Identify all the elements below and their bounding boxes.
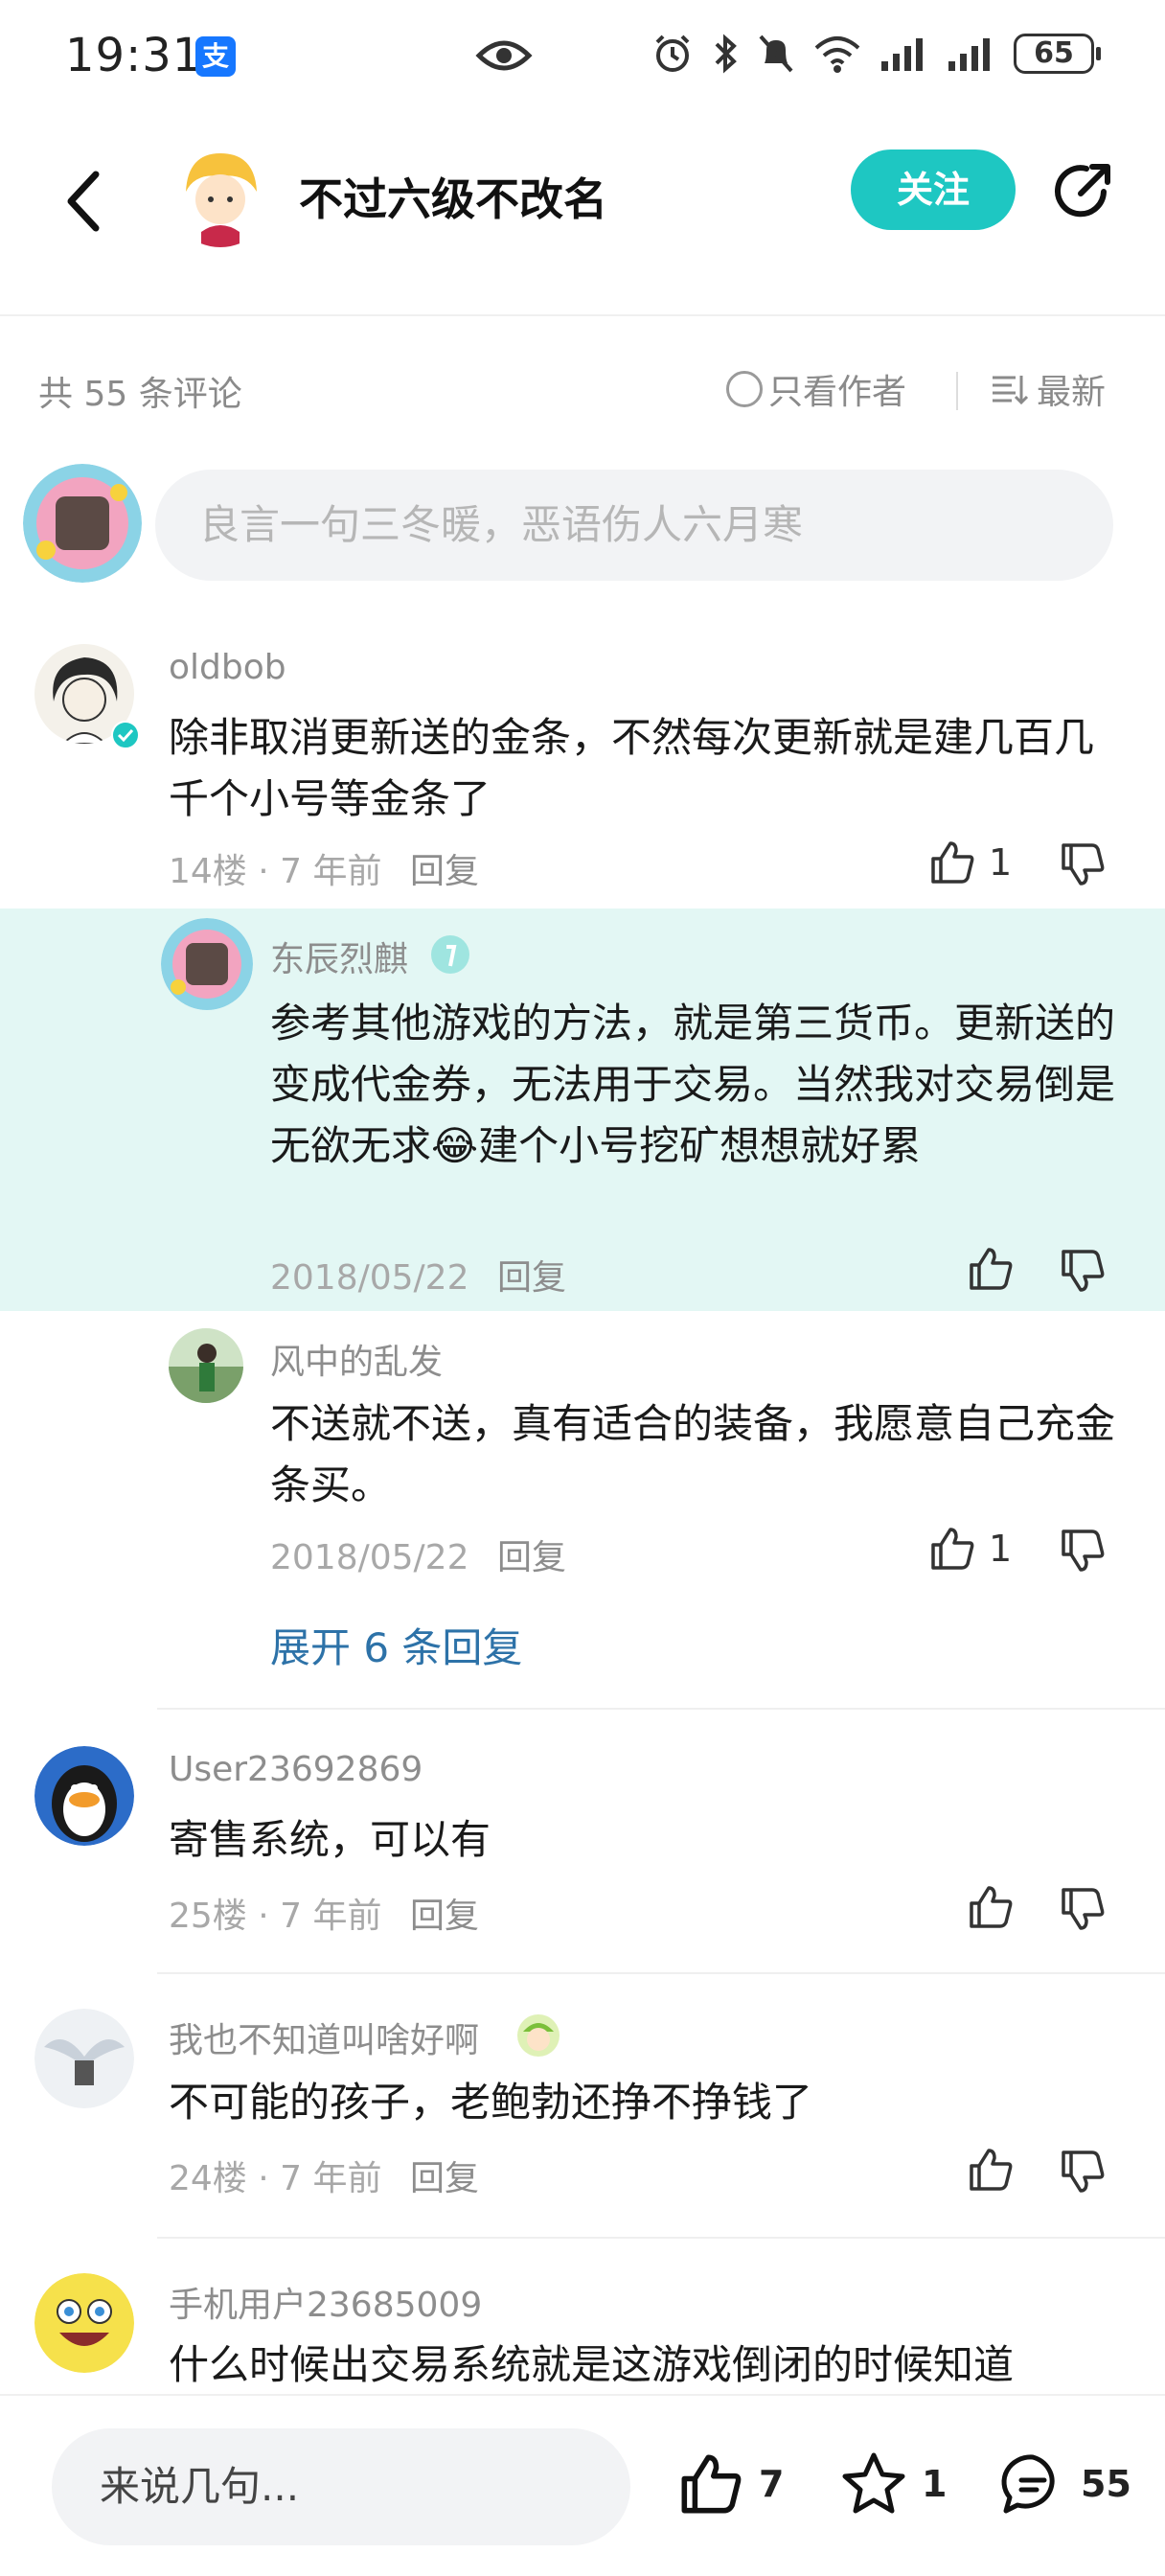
radio-circle-icon [726,371,763,407]
my-avatar[interactable] [23,464,142,583]
comment-time: 7 年前 [280,852,382,891]
wifi-icon [814,36,860,73]
star-icon [842,2452,905,2514]
thumbs-up-icon [931,1528,974,1570]
thumbs-down-icon[interactable] [1058,1526,1108,1576]
battery-icon: 65 [1014,34,1101,74]
sort-label: 最新 [1037,373,1107,412]
reply-username[interactable]: 风中的乱发 [270,1334,443,1384]
reply-date: 2018/05/22 [270,1538,469,1577]
avatar[interactable] [169,1328,243,1403]
comment-username[interactable]: User23692869 [169,1750,423,1789]
bluetooth-icon [715,34,737,74]
thumbs-up-icon [681,2454,742,2514]
reply-button[interactable]: 回复 [410,1897,479,1936]
alipay-icon: 支 [195,36,236,77]
reply-meta: 2018/05/22 回复 [270,1250,566,1300]
comment-floor: 25楼 [169,1897,247,1936]
like-button[interactable]: 1 [927,838,1012,887]
comment-username[interactable]: 手机用户23685009 [169,2277,482,2327]
status-bar: 19:31 支 65 [0,0,1165,115]
reply-button[interactable]: 回复 [497,1538,566,1577]
comment-text: 寄售系统，可以有 [169,1816,491,1863]
comments-button[interactable]: 55 [998,2450,1131,2518]
favorite-button[interactable]: 1 [839,2450,947,2518]
thumbs-down-icon[interactable] [1058,840,1108,889]
comment-text: 什么时候出交易系统就是这游戏倒闭的时候知道 [169,2341,1015,2388]
reply-username[interactable]: 东辰烈麒 [270,932,408,981]
thumbs-down-icon[interactable] [1058,1884,1108,1934]
divider [956,372,958,410]
comment-text: 不可能的孩子，老鲍勃还挣不挣钱了 [169,2079,813,2126]
comment-time: 7 年前 [280,2159,382,2198]
bottom-comment-input[interactable]: 来说几句... [52,2428,630,2545]
thumbs-up-icon[interactable] [966,1244,1016,1294]
avatar[interactable] [161,918,253,1010]
comment-count: 共 55 条评论 [38,375,242,414]
reply-date: 2018/05/22 [270,1258,469,1298]
comment-meta: 25楼 · 7 年前 回复 [169,1897,479,1936]
reply-text: 参考其他游戏的方法，就是第三货币。更新送的变成代金券，无法用于交易。当然我对交易… [270,1000,1116,1169]
thumbs-up-icon[interactable] [966,1882,1016,1932]
signal-icon-2 [948,38,990,71]
verified-badge-icon [111,721,140,749]
level-badge-icon [431,935,469,974]
avatar[interactable] [34,2273,134,2373]
comment-divider [157,1972,1165,1974]
like-count: 1 [989,1528,1013,1570]
thumbs-up-icon [931,841,974,884]
comment-username[interactable]: oldbob [169,648,286,687]
follow-button[interactable]: 关注 [851,150,1016,230]
status-time: 19:31 [65,29,203,82]
thumbs-up-icon[interactable] [966,2145,1016,2195]
comment-meta: 24楼 · 7 年前 回复 [169,2159,479,2198]
comment-meta: 14楼 · 7 年前 回复 [169,852,479,891]
author-avatar[interactable] [169,144,272,247]
bottom-action-bar: 来说几句... 7 1 55 [0,2394,1165,2576]
avatar[interactable] [34,2009,134,2108]
comment-time: 7 年前 [280,1897,382,1936]
post-like-count: 7 [759,2463,785,2505]
mute-bell-icon [759,34,793,73]
comment-floor: 24楼 [169,2159,247,2198]
eye-icon [475,40,533,71]
comment-count-bar: 共 55 条评论 只看作者 最新 [0,355,1165,422]
like-count: 1 [989,841,1013,884]
comment-input[interactable]: 良言一句三冬暖，恶语伤人六月寒 [155,470,1113,581]
reply-button[interactable]: 回复 [410,852,479,891]
reply-text: 不送就不送，真有适合的装备，我愿意自己充金条买。 [270,1400,1116,1508]
back-arrow-icon[interactable] [54,163,111,240]
comment-username[interactable]: 我也不知道叫啥好啊 [169,2012,479,2062]
reply-button[interactable]: 回复 [410,2159,479,2198]
thumbs-down-icon[interactable] [1058,1246,1108,1296]
comment-input-row: 良言一句三冬暖，恶语伤人六月寒 [0,460,1165,585]
expand-replies-link[interactable]: 展开 6 条回复 [270,1616,522,1674]
author-only-label: 只看作者 [768,373,907,412]
reply-meta: 2018/05/22 回复 [270,1530,566,1579]
comment-floor: 14楼 [169,852,247,891]
post-like-button[interactable]: 7 [676,2450,784,2518]
author-name[interactable]: 不过六级不改名 [299,165,607,228]
comment-divider [157,1708,1165,1710]
thumbs-down-icon[interactable] [1058,2147,1108,2196]
reply-button[interactable]: 回复 [497,1258,566,1298]
alarm-icon [655,34,690,72]
signal-icon [881,38,923,71]
user-badge-icon [517,2014,560,2057]
share-icon[interactable] [1048,157,1117,226]
sort-toggle[interactable]: 最新 [991,364,1106,414]
post-header: 不过六级不改名 关注 [0,125,1165,316]
author-only-toggle[interactable]: 只看作者 [726,364,906,414]
comment-bubble-icon [1001,2454,1055,2514]
favorite-count: 1 [922,2463,948,2505]
like-button[interactable]: 1 [927,1524,1012,1574]
comment-text: 除非取消更新送的金条，不然每次更新就是建几百几千个小号等金条了 [169,714,1095,822]
sort-icon [993,376,1029,405]
avatar[interactable] [34,1746,134,1846]
comment-divider [157,2237,1165,2239]
comment-count-total: 55 [1081,2463,1131,2505]
